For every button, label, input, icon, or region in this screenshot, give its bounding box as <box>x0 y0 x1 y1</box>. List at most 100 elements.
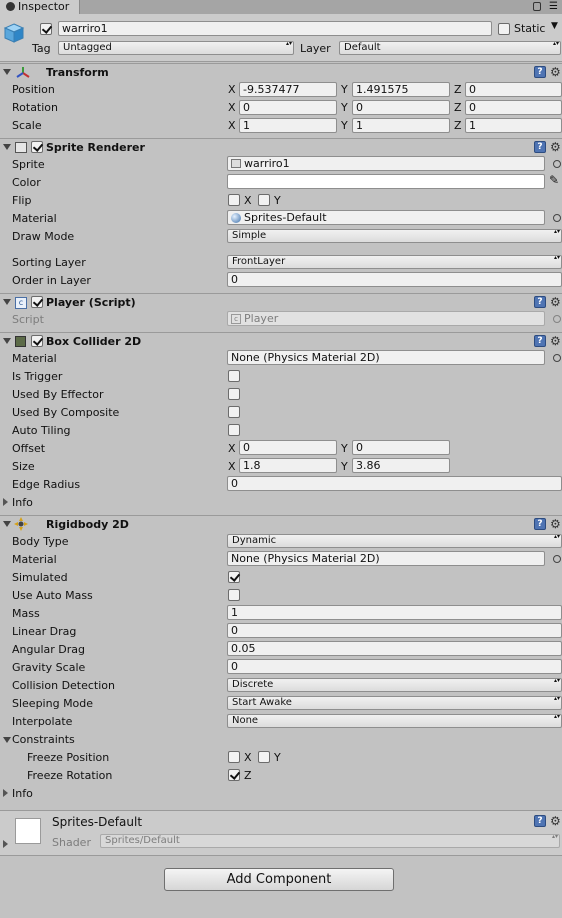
order-in-layer-field[interactable]: 0 <box>227 272 562 287</box>
foldout-collapsed-icon[interactable] <box>3 498 8 506</box>
object-name-input[interactable]: warriro1 <box>58 21 492 36</box>
flip-y-checkbox[interactable] <box>258 194 270 206</box>
help-icon[interactable]: ? <box>534 296 546 308</box>
object-picker-icon[interactable] <box>553 160 561 168</box>
player-script-enabled-checkbox[interactable] <box>31 296 43 308</box>
scale-y-field[interactable]: 1 <box>352 118 450 133</box>
gear-icon[interactable]: ⚙ <box>550 141 561 153</box>
flip-x-checkbox[interactable] <box>228 194 240 206</box>
csharp-script-icon: c <box>15 297 27 309</box>
foldout-icon[interactable] <box>3 338 11 344</box>
gear-icon[interactable]: ⚙ <box>550 815 561 827</box>
position-label: Position <box>12 83 55 96</box>
foldout-collapsed-icon[interactable] <box>3 840 8 848</box>
player-script-header[interactable]: c Player (Script) ? ⚙ <box>0 293 562 311</box>
help-icon[interactable]: ? <box>534 815 546 827</box>
foldout-collapsed-icon[interactable] <box>3 789 8 797</box>
transform-title: Transform <box>46 66 109 79</box>
static-dropdown-arrow-icon[interactable]: ▼ <box>551 21 558 31</box>
tab-menu-icon[interactable]: ☰ <box>549 1 558 12</box>
sprite-material-field[interactable]: Sprites-Default <box>227 210 545 225</box>
size-y-field[interactable]: 3.86 <box>352 458 450 473</box>
mass-field[interactable]: 1 <box>227 605 562 620</box>
collision-detection-dropdown[interactable]: Discrete <box>227 678 562 692</box>
offset-y-field[interactable]: 0 <box>352 440 450 455</box>
position-x-field[interactable]: -9.537477 <box>239 82 337 97</box>
body-type-dropdown[interactable]: Dynamic <box>227 534 562 548</box>
transform-icon <box>16 67 30 78</box>
help-icon[interactable]: ? <box>534 141 546 153</box>
shader-dropdown[interactable]: Sprites/Default <box>100 834 560 848</box>
rotation-x-field[interactable]: 0 <box>239 100 337 115</box>
used-by-composite-checkbox[interactable] <box>228 406 240 418</box>
foldout-icon[interactable] <box>3 144 11 150</box>
rigidbody-header[interactable]: Rigidbody 2D ? ⚙ <box>0 515 562 533</box>
is-trigger-checkbox[interactable] <box>228 370 240 382</box>
gear-icon[interactable]: ⚙ <box>550 296 561 308</box>
constraints-foldout-icon[interactable] <box>3 737 11 743</box>
sorting-layer-dropdown[interactable]: FrontLayer <box>227 255 562 269</box>
scale-z-field[interactable]: 1 <box>465 118 562 133</box>
auto-tiling-checkbox[interactable] <box>228 424 240 436</box>
offset-x-field[interactable]: 0 <box>239 440 337 455</box>
help-icon[interactable]: ? <box>534 335 546 347</box>
linear-drag-field[interactable]: 0 <box>227 623 562 638</box>
sprite-field[interactable]: warriro1 <box>227 156 545 171</box>
sleeping-mode-dropdown[interactable]: Start Awake <box>227 696 562 710</box>
freeze-position-y-checkbox[interactable] <box>258 751 270 763</box>
freeze-position-x-checkbox[interactable] <box>228 751 240 763</box>
help-icon[interactable]: ? <box>534 66 546 78</box>
material-preview-swatch <box>15 818 41 844</box>
foldout-icon[interactable] <box>3 521 11 527</box>
eyedropper-icon[interactable]: ✎ <box>549 173 559 187</box>
foldout-icon[interactable] <box>3 299 11 305</box>
foldout-icon[interactable] <box>3 69 11 75</box>
angular-drag-field[interactable]: 0.05 <box>227 641 562 656</box>
rotation-y-field[interactable]: 0 <box>352 100 450 115</box>
lock-icon[interactable] <box>533 2 541 11</box>
static-checkbox[interactable] <box>498 23 510 35</box>
help-icon[interactable]: ? <box>534 518 546 530</box>
rigidbody-icon <box>14 517 28 531</box>
gear-icon[interactable]: ⚙ <box>550 66 561 78</box>
scale-x-field[interactable]: 1 <box>239 118 337 133</box>
freeze-rotation-z-checkbox[interactable] <box>228 769 240 781</box>
object-picker-icon[interactable] <box>553 555 561 563</box>
interpolate-dropdown[interactable]: None <box>227 714 562 728</box>
sprite-renderer-header[interactable]: Sprite Renderer ? ⚙ <box>0 138 562 156</box>
position-z-field[interactable]: 0 <box>465 82 562 97</box>
simulated-checkbox[interactable] <box>228 571 240 583</box>
rb-material-field[interactable]: None (Physics Material 2D) <box>227 551 545 566</box>
rotation-z-field[interactable]: 0 <box>465 100 562 115</box>
edge-radius-field[interactable]: 0 <box>227 476 562 491</box>
body-type-label: Body Type <box>12 535 69 548</box>
transform-header[interactable]: Transform ? ⚙ <box>0 63 562 81</box>
draw-mode-dropdown[interactable]: Simple <box>227 229 562 243</box>
gear-icon[interactable]: ⚙ <box>550 335 561 347</box>
object-active-checkbox[interactable] <box>40 23 52 35</box>
sprite-renderer-enabled-checkbox[interactable] <box>31 141 43 153</box>
used-by-effector-checkbox[interactable] <box>228 388 240 400</box>
auto-tiling-label: Auto Tiling <box>12 424 71 437</box>
tag-dropdown[interactable]: Untagged <box>58 41 294 55</box>
script-value: Player <box>244 312 279 325</box>
gear-icon[interactable]: ⚙ <box>550 518 561 530</box>
box-collider-header[interactable]: Box Collider 2D ? ⚙ <box>0 332 562 350</box>
layer-dropdown[interactable]: Default <box>339 41 561 55</box>
axis-y-label: Y <box>341 460 348 473</box>
object-picker-icon[interactable] <box>553 214 561 222</box>
box-info-foldout[interactable]: Info <box>12 496 33 509</box>
rb-info-foldout[interactable]: Info <box>12 787 33 800</box>
add-component-button[interactable]: Add Component <box>164 868 394 891</box>
size-x-field[interactable]: 1.8 <box>239 458 337 473</box>
color-label: Color <box>12 176 41 189</box>
color-swatch[interactable] <box>227 174 545 189</box>
object-picker-icon[interactable] <box>553 354 561 362</box>
box-material-field[interactable]: None (Physics Material 2D) <box>227 350 545 365</box>
gravity-scale-field[interactable]: 0 <box>227 659 562 674</box>
use-auto-mass-checkbox[interactable] <box>228 589 240 601</box>
box-collider-enabled-checkbox[interactable] <box>31 335 43 347</box>
constraints-foldout[interactable]: Constraints <box>12 733 75 746</box>
position-y-field[interactable]: 1.491575 <box>352 82 450 97</box>
tab-inspector[interactable]: Inspector <box>0 0 80 14</box>
